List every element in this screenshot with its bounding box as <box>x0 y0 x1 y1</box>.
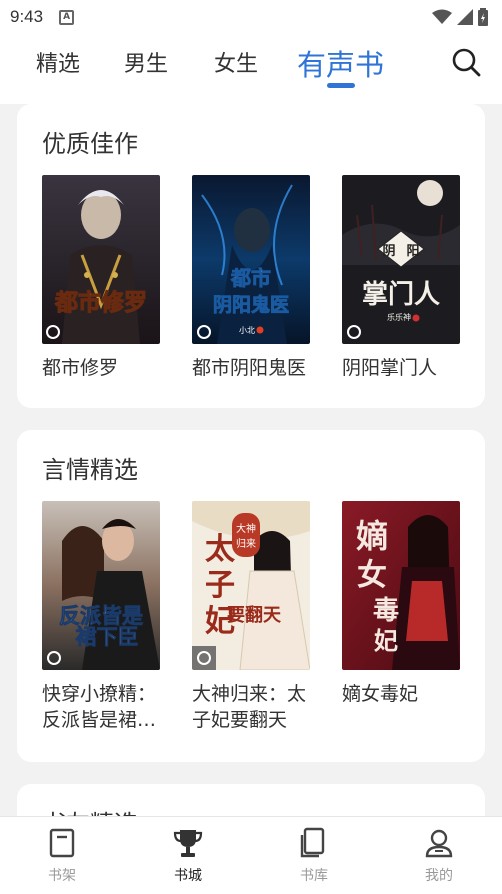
top-tab-bar: 精选 男生 女生 有声书 <box>0 34 502 104</box>
library-icon <box>300 827 325 858</box>
signal-icon <box>457 9 473 25</box>
book-cover[interactable]: 都市 阴阳鬼医 小北 <box>192 175 310 344</box>
book-title-line: 快穿小撩精： <box>42 683 157 705</box>
cover-title-text: 太 <box>205 532 236 567</box>
book-cover[interactable]: 都市修罗 <box>42 175 160 344</box>
section-romance-picks: 言情精选 反派皆是 裙下臣 快穿小撩精： 反派皆是裙下臣 <box>17 430 485 762</box>
cover-title-text: 都市修罗 <box>54 289 147 316</box>
trophy-icon <box>173 830 203 857</box>
status-time: 9:43 <box>10 7 44 26</box>
svg-text:都市: 都市 <box>230 266 271 290</box>
section-title: 优质佳作 <box>42 130 138 158</box>
svg-text:要翻天: 要翻天 <box>227 604 282 626</box>
book-title[interactable]: 都市阴阳鬼医 <box>192 355 320 381</box>
svg-text:阴: 阴 <box>382 244 395 259</box>
tab-male[interactable]: 男生 <box>124 46 168 78</box>
book-cover[interactable]: 阴 阳 掌门人 乐乐神 <box>342 175 460 344</box>
cover-author-text: 乐乐神 <box>387 312 411 322</box>
tab-female[interactable]: 女生 <box>214 46 258 78</box>
svg-text:阴阳鬼医: 阴阳鬼医 <box>213 293 289 316</box>
svg-text:女: 女 <box>357 558 387 593</box>
nav-label: 书架 <box>48 868 76 884</box>
nav-item-profile[interactable]: 我的 <box>399 827 479 885</box>
nav-label: 书城 <box>174 868 202 884</box>
tab-featured[interactable]: 精选 <box>36 46 80 78</box>
book-title-line: 反派皆是裙下臣 <box>42 709 160 731</box>
svg-text:归来: 归来 <box>236 537 256 550</box>
book-cover[interactable]: 反派皆是 裙下臣 <box>42 501 160 670</box>
profile-icon <box>425 829 453 858</box>
svg-text:大神: 大神 <box>236 522 256 535</box>
svg-text:阳: 阳 <box>406 244 419 259</box>
cover-author-text: 小北 <box>239 326 255 335</box>
bottom-nav-bar: 书架 书城 书库 我的 <box>0 816 502 894</box>
status-bar: 9:43 A <box>0 0 502 34</box>
book-title-line: 子妃要翻天 <box>192 709 288 731</box>
nav-item-bookshelf[interactable]: 书架 <box>22 827 102 885</box>
book-cover[interactable]: 太 子 妃 要翻天 大神 归来 <box>192 501 310 670</box>
battery-icon <box>478 8 488 26</box>
nav-label: 我的 <box>425 868 453 884</box>
active-tab-indicator <box>327 83 355 88</box>
wifi-icon <box>432 9 452 24</box>
svg-text:妃: 妃 <box>374 626 398 655</box>
book-title-line: 大神归来：太 <box>192 683 307 705</box>
tab-audiobooks[interactable]: 有声书 <box>297 42 384 84</box>
svg-text:掌门人: 掌门人 <box>362 280 440 310</box>
svg-text:子: 子 <box>205 568 235 603</box>
nav-item-bookstore[interactable]: 书城 <box>148 827 228 885</box>
nav-label: 书库 <box>300 868 328 884</box>
notification-icon: A <box>59 9 75 25</box>
section-quality-works: 优质佳作 都市修罗 都市修罗 都市 阴阳鬼医 小北 都市阴阳鬼医 阴 阳 掌门人… <box>17 104 485 408</box>
section-title: 言情精选 <box>42 456 138 484</box>
book-title[interactable]: 都市修罗 <box>42 355 170 381</box>
book-title[interactable]: 快穿小撩精： 反派皆是裙下臣 <box>42 681 170 733</box>
book-title[interactable]: 阴阳掌门人 <box>342 355 470 381</box>
svg-text:毒: 毒 <box>373 596 399 626</box>
nav-item-library[interactable]: 书库 <box>274 827 354 885</box>
svg-text:裙下臣: 裙下臣 <box>76 625 139 649</box>
book-cover[interactable]: 嫡 女 毒 妃 <box>342 501 460 670</box>
search-icon[interactable] <box>450 46 482 78</box>
book-title[interactable]: 大神归来：太 子妃要翻天 <box>192 681 320 733</box>
bookshelf-icon <box>49 828 75 858</box>
svg-text:嫡: 嫡 <box>356 517 388 555</box>
book-title[interactable]: 嫡女毒妃 <box>342 681 470 707</box>
